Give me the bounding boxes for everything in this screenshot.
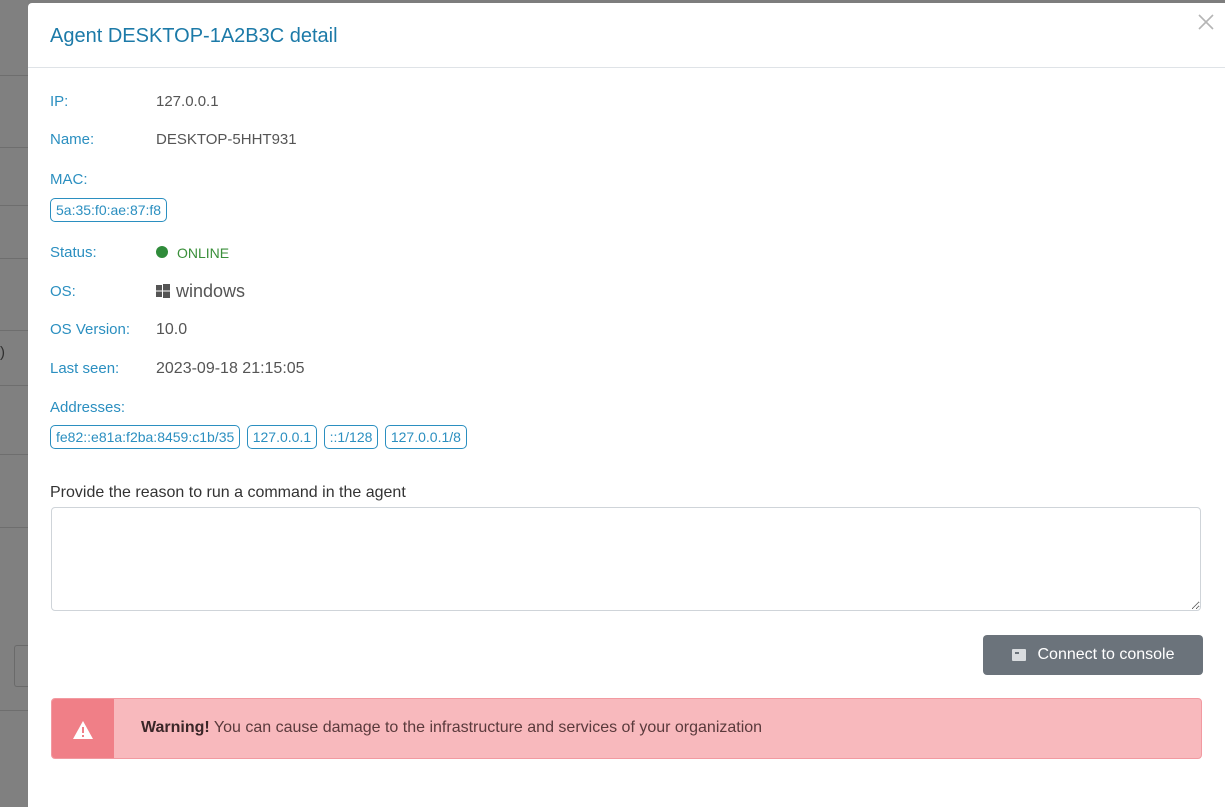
last-seen-label: Last seen: <box>50 360 120 377</box>
online-status-dot-icon <box>156 246 168 259</box>
mac-tags: 5a:35:f0:ae:87:f8 <box>50 198 169 222</box>
os-value: windows <box>156 281 245 302</box>
mac-tag: 5a:35:f0:ae:87:f8 <box>50 198 168 222</box>
reason-label: Provide the reason to run a command in t… <box>50 484 406 501</box>
warning-icon <box>73 720 93 739</box>
modal-title: Agent DESKTOP-1A2B3C detail <box>50 25 338 47</box>
backdrop-input <box>14 645 28 687</box>
backdrop-divider <box>0 330 28 331</box>
modal-header: Agent DESKTOP-1A2B3C detail <box>28 3 1225 68</box>
backdrop-text: ) <box>0 344 5 361</box>
alert-message: You can cause damage to the infrastructu… <box>213 719 763 736</box>
mac-label: MAC: <box>50 171 88 188</box>
os-label: OS: <box>50 283 76 300</box>
alert-text: Warning! You can cause damage to the inf… <box>141 719 762 737</box>
connect-to-console-label: Connect to console <box>1037 646 1175 663</box>
os-name: windows <box>176 281 246 301</box>
backdrop-divider <box>0 75 28 76</box>
backdrop-divider <box>0 385 28 386</box>
alert-title: Warning! <box>141 719 210 736</box>
addresses-tags: fe82::e81a:f2ba:8459:c1b/35 127.0.0.1 ::… <box>50 425 469 449</box>
address-tag: fe82::e81a:f2ba:8459:c1b/35 <box>50 425 241 449</box>
name-value: DESKTOP-5HHT931 <box>156 131 297 148</box>
alert-icon-box <box>52 699 114 758</box>
backdrop-divider <box>0 527 28 528</box>
last-seen-value: 2023-09-18 21:15:05 <box>156 360 305 377</box>
close-icon <box>1198 14 1214 30</box>
backdrop-divider <box>0 205 28 206</box>
connect-to-console-button[interactable]: Connect to console <box>983 635 1203 675</box>
ip-label: IP: <box>50 93 69 110</box>
page-backdrop: ) <box>0 0 28 807</box>
name-label: Name: <box>50 131 95 148</box>
backdrop-divider <box>0 454 28 455</box>
status-text: ONLINE <box>177 245 230 262</box>
reason-textarea[interactable] <box>51 507 1201 611</box>
ip-value: 127.0.0.1 <box>156 93 219 110</box>
backdrop-divider <box>0 147 28 148</box>
address-tag: 127.0.0.1 <box>246 425 318 449</box>
warning-alert: Warning! You can cause damage to the inf… <box>51 698 1202 759</box>
os-version-value: 10.0 <box>156 321 188 338</box>
close-button[interactable] <box>1195 11 1217 33</box>
address-tag: 127.0.0.1/8 <box>384 425 467 449</box>
status-value: ONLINE <box>156 244 229 261</box>
backdrop-divider <box>0 258 28 259</box>
addresses-label: Addresses: <box>50 399 126 416</box>
status-label: Status: <box>50 244 97 261</box>
backdrop-divider <box>0 710 28 711</box>
agent-detail-modal: Agent DESKTOP-1A2B3C detail IP: 127.0.0.… <box>28 3 1225 807</box>
os-version-label: OS Version: <box>50 321 131 338</box>
windows-icon <box>156 284 170 299</box>
console-icon <box>1011 649 1026 661</box>
address-tag: ::1/128 <box>323 425 379 449</box>
